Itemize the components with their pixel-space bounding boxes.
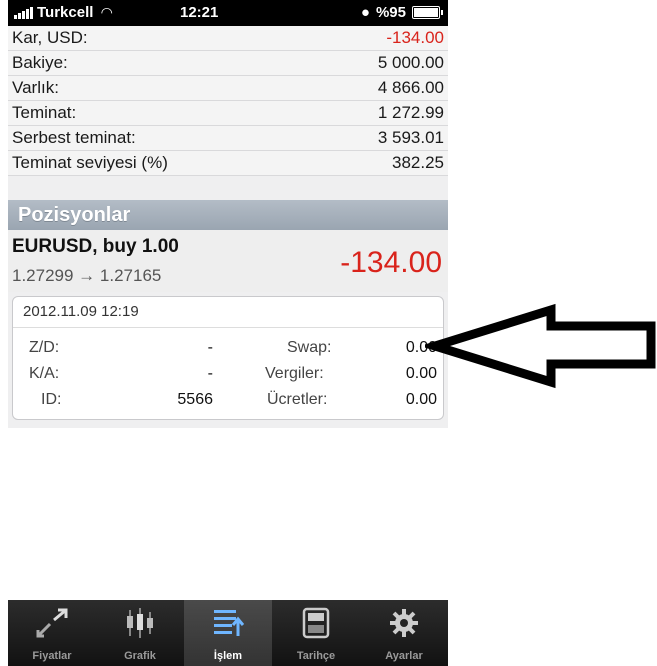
fees-value: 0.00 <box>405 391 437 408</box>
tab-label: Tarihçe <box>296 650 336 662</box>
status-bar: Turkcell ◠ 12:21 ● %95 <box>8 0 448 26</box>
summary-value: 1 272.99 <box>377 103 444 122</box>
summary-row: Serbest teminat: 3 593.01 <box>8 126 448 151</box>
lock-icon: ● <box>360 4 370 21</box>
battery-icon <box>412 6 443 19</box>
account-summary: Kar, USD: -134.00 Bakiye: 5 000.00 Varlı… <box>8 26 448 176</box>
position-symbol: EURUSD, buy 1.00 <box>12 236 179 257</box>
battery-percent: %95 <box>375 4 406 21</box>
summary-label: Kar, USD: <box>12 28 88 47</box>
ka-value: - <box>207 365 213 382</box>
summary-row: Teminat seviyesi (%) 382.25 <box>8 151 448 176</box>
section-header-positions: Pozisyonlar <box>8 200 448 230</box>
tab-tarihce[interactable]: Tarihçe <box>272 600 360 666</box>
phone-screen: Turkcell ◠ 12:21 ● %95 Kar, USD: -134.00… <box>8 0 448 428</box>
swap-label: Swap: <box>287 339 332 356</box>
tab-label: Grafik <box>124 650 156 662</box>
fees-label: Ücretler: <box>267 391 328 408</box>
summary-value: 5 000.00 <box>377 53 444 72</box>
zd-value: - <box>207 339 213 356</box>
annotation-arrow-icon <box>425 303 656 389</box>
summary-row: Teminat: 1 272.99 <box>8 101 448 126</box>
status-right: ● %95 <box>360 4 443 21</box>
wifi-icon: ◠ <box>101 4 113 20</box>
zd-label: Z/D: <box>29 339 60 356</box>
summary-row: Bakiye: 5 000.00 <box>8 51 448 76</box>
tab-bar: Fiyatlar Grafik İşlem Tarihçe Ayarlar <box>8 600 448 666</box>
history-box-icon <box>302 607 330 639</box>
tab-label: Fiyatlar <box>32 650 72 662</box>
position-details: 2012.11.09 12:19 Z/D: - K/A: - ID: 5566 … <box>12 296 444 420</box>
summary-value: 4 866.00 <box>377 78 444 97</box>
carrier: Turkcell ◠ <box>14 4 112 21</box>
ka-label: K/A: <box>29 365 60 382</box>
taxes-label: Vergiler: <box>265 365 324 382</box>
signal-icon <box>14 6 33 19</box>
summary-label: Serbest teminat: <box>12 128 136 147</box>
position-prices: 1.27299 → 1.27165 <box>12 266 162 285</box>
tab-grafik[interactable]: Grafik <box>96 600 184 666</box>
position-row[interactable]: EURUSD, buy 1.00 1.27299 → 1.27165 -134.… <box>8 230 448 292</box>
summary-label: Teminat: <box>12 103 77 122</box>
divider <box>13 327 443 328</box>
tab-label: Ayarlar <box>385 650 423 662</box>
quotes-arrows-icon <box>36 608 68 638</box>
tab-islem[interactable]: İşlem <box>184 600 272 666</box>
status-time: 12:21 <box>180 4 219 21</box>
tab-label: İşlem <box>213 650 243 662</box>
gear-icon <box>390 609 418 637</box>
trade-list-icon <box>214 610 245 636</box>
summary-label: Bakiye: <box>12 53 68 72</box>
tab-fiyatlar[interactable]: Fiyatlar <box>8 600 96 666</box>
chart-candles-icon <box>127 608 153 638</box>
id-label: ID: <box>41 391 62 408</box>
summary-label: Varlık: <box>12 78 59 97</box>
position-datetime: 2012.11.09 12:19 <box>23 303 139 320</box>
tab-ayarlar[interactable]: Ayarlar <box>360 600 448 666</box>
summary-label: Teminat seviyesi (%) <box>12 153 168 172</box>
summary-value: 3 593.01 <box>377 128 444 147</box>
id-value: 5566 <box>177 391 213 408</box>
summary-row: Kar, USD: -134.00 <box>8 26 448 51</box>
carrier-name: Turkcell <box>37 4 94 21</box>
summary-row: Varlık: 4 866.00 <box>8 76 448 101</box>
summary-value: -134.00 <box>386 28 444 47</box>
summary-value: 382.25 <box>392 153 444 172</box>
position-profit: -134.00 <box>340 246 442 279</box>
